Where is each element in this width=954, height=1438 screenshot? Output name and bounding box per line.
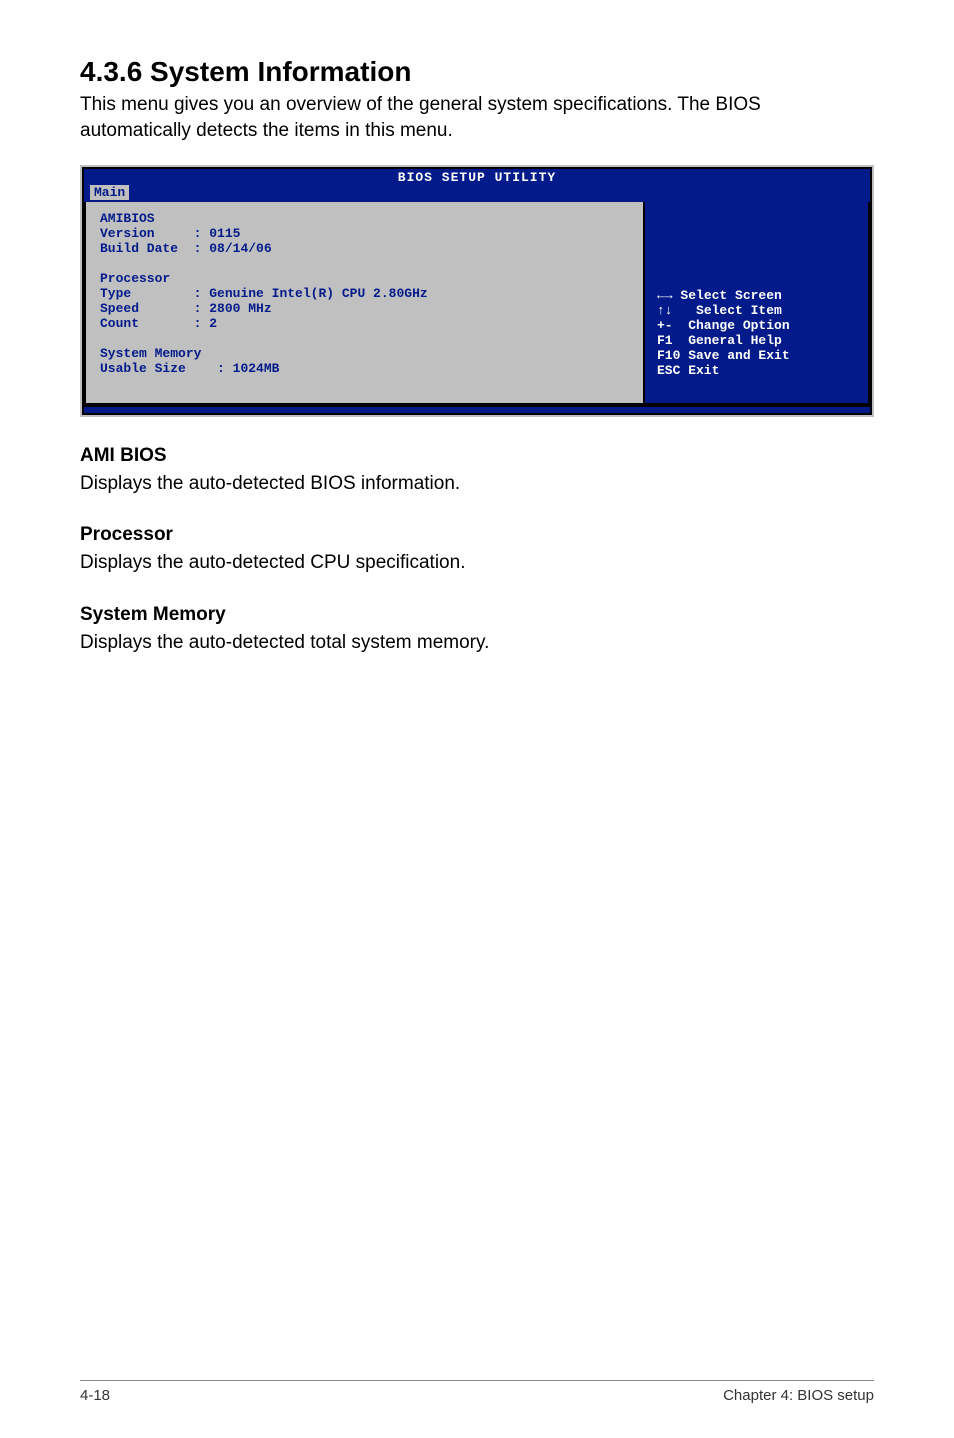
bios-right-pane: ←→ Select Screen ↑↓ Select Item +- Chang… [645, 202, 870, 404]
bios-left-pane: AMIBIOS Version : 0115 Build Date : 08/1… [84, 202, 645, 404]
footer-chapter: Chapter 4: BIOS setup [723, 1387, 874, 1404]
bios-builddate-value: 08/14/06 [209, 241, 271, 256]
bios-type-value: Genuine Intel(R) CPU 2.80GHz [209, 286, 427, 301]
subhead-system-memory: System Memory [80, 604, 874, 626]
bios-body: AMIBIOS Version : 0115 Build Date : 08/1… [84, 202, 870, 404]
help-select-screen: Select Screen [673, 288, 782, 303]
intro-text: This menu gives you an overview of the g… [80, 92, 874, 143]
bios-title: BIOS SETUP UTILITY [84, 169, 870, 185]
bios-speed-label: Speed [100, 301, 139, 316]
help-select-item: Select Item [673, 303, 782, 318]
bios-footer-bar [84, 405, 870, 413]
help-change-option: +- Change Option [657, 318, 790, 333]
subhead-ami-bios: AMI BIOS [80, 445, 874, 467]
bios-window: BIOS SETUP UTILITY Main AMIBIOS Version … [80, 165, 874, 416]
footer-rule [80, 1380, 874, 1381]
page-body: 4.3.6 System Information This menu gives… [0, 0, 954, 656]
bios-sysmem-label: System Memory [100, 346, 201, 361]
bios-count-label: Count [100, 316, 139, 331]
bios-help-keys: ←→ Select Screen ↑↓ Select Item +- Chang… [657, 289, 790, 379]
bios-builddate-label: Build Date [100, 241, 178, 256]
help-save-exit: F10 Save and Exit [657, 348, 790, 363]
bios-usable-label: Usable Size [100, 361, 186, 376]
bios-version-label: Version [100, 226, 155, 241]
arrows-ud-icon: ↑↓ [657, 303, 673, 318]
bios-count-value: 2 [209, 316, 217, 331]
bios-speed-value: 2800 MHz [209, 301, 271, 316]
help-general-help: F1 General Help [657, 333, 782, 348]
page-footer: 4-18 Chapter 4: BIOS setup [0, 1380, 954, 1404]
bios-tabs: Main [84, 185, 870, 202]
body-ami-bios: Displays the auto-detected BIOS informat… [80, 471, 874, 497]
help-esc-exit: ESC Exit [657, 363, 719, 378]
bios-usable-value: 1024MB [233, 361, 280, 376]
bios-version-value: 0115 [209, 226, 240, 241]
body-system-memory: Displays the auto-detected total system … [80, 630, 874, 656]
body-processor: Displays the auto-detected CPU specifica… [80, 550, 874, 576]
bios-amibios-label: AMIBIOS [100, 211, 155, 226]
bios-type-label: Type [100, 286, 131, 301]
bios-processor-label: Processor [100, 271, 170, 286]
arrows-lr-icon: ←→ [657, 288, 673, 303]
bios-tab-main[interactable]: Main [90, 185, 129, 200]
footer-page-number: 4-18 [80, 1387, 110, 1404]
subhead-processor: Processor [80, 524, 874, 546]
section-title: 4.3.6 System Information [80, 56, 874, 88]
